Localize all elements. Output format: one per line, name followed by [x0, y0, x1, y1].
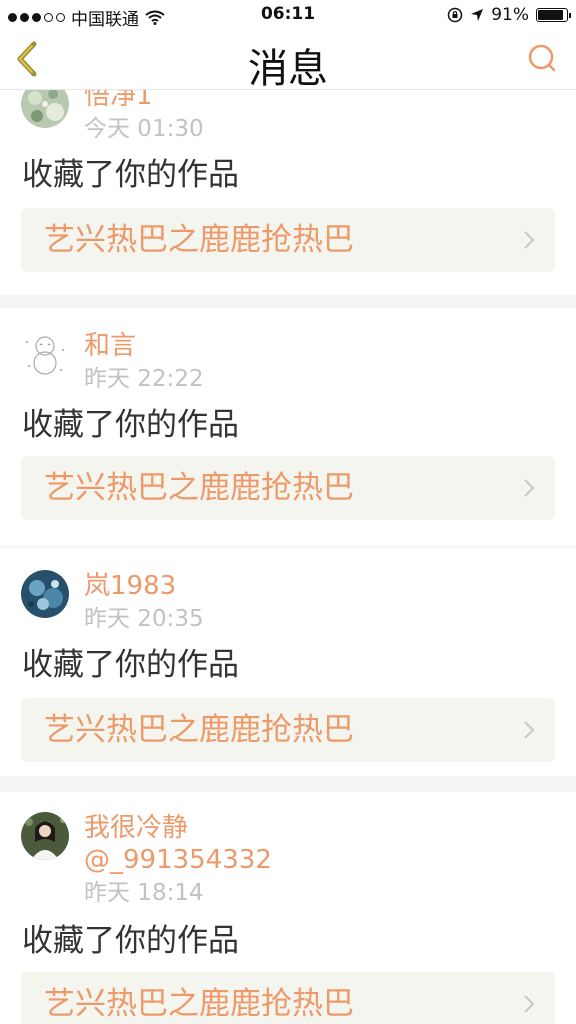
work-title: 艺兴热巴之鹿鹿抢热巴 [44, 712, 354, 748]
username[interactable]: 岚1983 [84, 570, 176, 602]
action-text: 收藏了你的作品 [22, 157, 239, 193]
action-text: 收藏了你的作品 [22, 647, 239, 683]
page-title: 消息 [248, 46, 328, 92]
battery-icon [536, 8, 571, 22]
search-icon [528, 44, 556, 72]
avatar[interactable] [21, 570, 69, 618]
work-link[interactable]: 艺兴热巴之鹿鹿抢热巴 [21, 698, 555, 762]
chevron-right-icon [524, 479, 535, 497]
username[interactable]: 悟净1 [84, 90, 153, 112]
orientation-lock-icon [447, 7, 463, 23]
username[interactable]: 和言 [84, 330, 136, 362]
message-time: 昨天 22:22 [84, 366, 204, 392]
location-arrow-icon [471, 9, 484, 21]
status-bar: 中国联通 06:11 91% [0, 0, 576, 30]
message-card: 我很冷静 @_991354332 昨天 18:14 收藏了你的作品 艺兴热巴之鹿… [0, 792, 576, 1024]
message-time: 昨天 20:35 [84, 606, 204, 632]
username-line-2[interactable]: @_991354332 [84, 844, 272, 876]
chevron-right-icon [524, 995, 535, 1013]
chevron-right-icon [524, 231, 535, 249]
work-link[interactable]: 艺兴热巴之鹿鹿抢热巴 [21, 208, 555, 272]
message-card: 和言 昨天 22:22 收藏了你的作品 艺兴热巴之鹿鹿抢热巴 [0, 308, 576, 546]
work-title: 艺兴热巴之鹿鹿抢热巴 [44, 470, 354, 506]
action-text: 收藏了你的作品 [22, 923, 239, 959]
work-title: 艺兴热巴之鹿鹿抢热巴 [44, 222, 354, 258]
work-link[interactable]: 艺兴热巴之鹿鹿抢热巴 [21, 972, 555, 1024]
avatar[interactable] [21, 90, 69, 128]
search-button[interactable] [526, 42, 558, 76]
message-card: 悟净1 今天 01:30 收藏了你的作品 艺兴热巴之鹿鹿抢热巴 [0, 90, 576, 295]
battery-percent: 91% [491, 5, 529, 25]
navigation-bar: 消息 [0, 30, 576, 92]
work-title: 艺兴热巴之鹿鹿抢热巴 [44, 986, 354, 1022]
message-list[interactable]: 悟净1 今天 01:30 收藏了你的作品 艺兴热巴之鹿鹿抢热巴 和言 昨天 22… [0, 90, 576, 1024]
action-text: 收藏了你的作品 [22, 407, 239, 443]
status-right: 91% [447, 5, 571, 25]
message-card: 岚1983 昨天 20:35 收藏了你的作品 艺兴热巴之鹿鹿抢热巴 [0, 548, 576, 776]
username[interactable]: 我很冷静 [84, 812, 188, 844]
message-time: 今天 01:30 [84, 116, 204, 142]
avatar[interactable] [21, 812, 69, 860]
message-time: 昨天 18:14 [84, 880, 204, 906]
avatar[interactable] [21, 330, 69, 378]
work-link[interactable]: 艺兴热巴之鹿鹿抢热巴 [21, 456, 555, 520]
chevron-right-icon [524, 721, 535, 739]
